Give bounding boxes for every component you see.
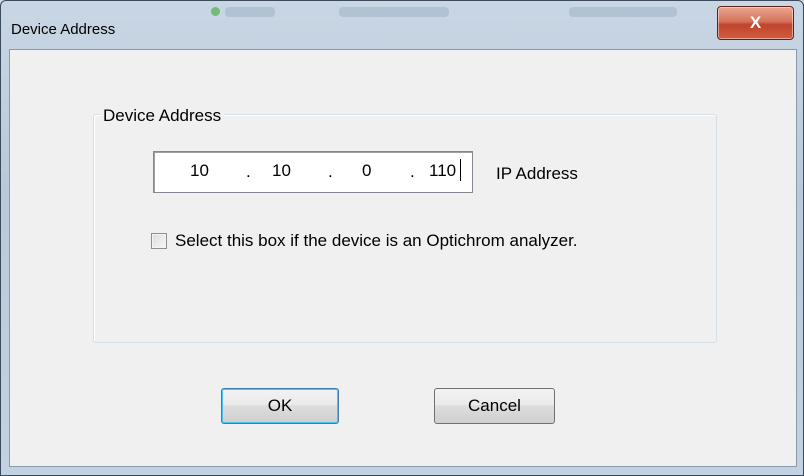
close-icon: X xyxy=(749,13,762,32)
ip-octet-3[interactable]: 0 xyxy=(362,161,371,181)
close-button[interactable]: X xyxy=(717,6,794,40)
ip-octet-4[interactable]: 110 xyxy=(429,161,456,181)
background-blur xyxy=(211,7,220,16)
background-blur xyxy=(569,7,677,17)
ip-separator: . xyxy=(246,162,251,181)
ip-separator: . xyxy=(328,162,333,181)
ok-button[interactable]: OK xyxy=(221,388,339,424)
device-address-group xyxy=(93,114,717,343)
title-bar[interactable]: Device Address X xyxy=(1,1,803,48)
cancel-button[interactable]: Cancel xyxy=(434,388,555,424)
ok-button-label: OK xyxy=(267,396,293,415)
group-label: Device Address xyxy=(100,106,225,126)
dialog-window: Device Address X Device Address 10 . 10 … xyxy=(0,0,804,476)
optichrom-checkbox[interactable] xyxy=(151,233,167,249)
ip-address-input[interactable]: 10 . 10 . 0 . 110 xyxy=(153,151,473,193)
ip-address-label: IP Address xyxy=(496,164,578,183)
ip-separator: . xyxy=(410,162,415,181)
window-title: Device Address xyxy=(11,21,116,38)
ip-octet-2[interactable]: 10 xyxy=(272,161,291,181)
background-blur xyxy=(339,7,449,17)
dialog-client-area: Device Address 10 . 10 . 0 . 110 IP Addr… xyxy=(9,49,797,467)
optichrom-checkbox-label[interactable]: Select this box if the device is an Opti… xyxy=(175,231,578,251)
cancel-button-label: Cancel xyxy=(468,396,521,415)
ip-octet-1[interactable]: 10 xyxy=(190,161,209,181)
text-caret xyxy=(460,159,461,181)
background-blur xyxy=(225,7,275,17)
